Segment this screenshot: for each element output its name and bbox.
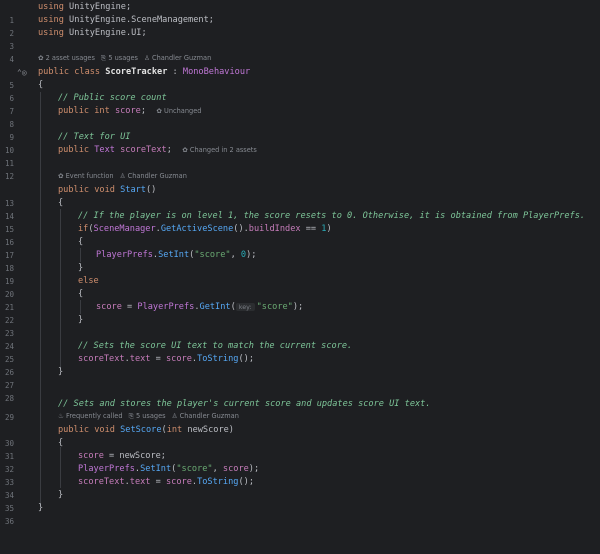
code-line[interactable]: 4 xyxy=(0,40,600,64)
code-line[interactable]: 6 { xyxy=(0,79,600,103)
hint-text: ✿ Unchanged xyxy=(156,107,202,115)
code-text: public void SetScore(int newScore) xyxy=(58,425,234,435)
code-editor[interactable]: 1 using UnityEngine; 2 using UnityEngine… xyxy=(0,0,600,526)
code-text: { xyxy=(58,438,64,448)
code-vision-hint: ♨ Frequently called ⎘ 5 usages ♙ Chandler … xyxy=(0,411,600,422)
author-link[interactable]: Chandler Guzman xyxy=(128,172,187,180)
code-line[interactable]: 30 public void SetScore(int newScore) xyxy=(0,424,600,448)
hint-text: ✿ Changed in 2 assets xyxy=(182,146,257,154)
person-icon: ♙ xyxy=(119,172,126,180)
parameter-hint: key: xyxy=(235,303,255,311)
code-line[interactable]: 35 } xyxy=(0,489,600,513)
code-line[interactable]: 31 { xyxy=(0,437,600,461)
code-line[interactable]: 27 } xyxy=(0,366,600,390)
code-line[interactable]: 20 else xyxy=(0,275,600,299)
hint-text: ✿ Event function ♙ Chandler Guzman xyxy=(58,172,187,180)
code-line[interactable]: 9 xyxy=(0,118,600,142)
code-comment: // Public score count xyxy=(58,93,167,103)
run-gutter-icon[interactable]: ⌃◎ xyxy=(17,66,27,79)
code-line[interactable]: 18 PlayerPrefs.SetInt("score", 0); xyxy=(0,249,600,273)
code-text: { xyxy=(78,237,84,247)
code-text: { xyxy=(58,198,64,208)
event-icon: ✿ xyxy=(58,172,64,180)
code-line[interactable]: 34 scoreText.text = score.ToString(); xyxy=(0,476,600,500)
code-line[interactable]: 17 { xyxy=(0,236,600,260)
code-text: scoreText.text = score.ToString(); xyxy=(78,477,254,487)
code-text: { xyxy=(38,80,44,90)
code-text: if(SceneManager.GetActiveScene().buildIn… xyxy=(78,224,332,234)
code-comment: // Sets the score UI text to match the c… xyxy=(78,341,353,351)
code-text: score = newScore; xyxy=(78,451,166,461)
code-line[interactable]: 25 // Sets the score UI text to match th… xyxy=(0,340,600,364)
code-text: public void Start() xyxy=(58,185,157,195)
code-comment: // Sets and stores the player's current … xyxy=(58,399,431,409)
code-line[interactable]: 13 public void Start() xyxy=(0,184,600,208)
code-text: } xyxy=(38,503,44,513)
author-link[interactable]: Chandler Guzman xyxy=(152,54,211,62)
code-line[interactable]: 23 } xyxy=(0,314,600,338)
code-line[interactable]: 12 xyxy=(0,157,600,181)
code-text: PlayerPrefs.SetInt("score", 0); xyxy=(96,250,257,260)
code-line[interactable]: 36 } xyxy=(0,502,600,526)
person-icon: ♙ xyxy=(171,412,178,420)
usages-icon: ⎘ xyxy=(100,54,107,62)
code-line[interactable]: 28 xyxy=(0,379,600,403)
code-line[interactable]: 1 using UnityEngine; xyxy=(0,1,600,25)
asset-icon: ✿ xyxy=(38,54,44,62)
person-icon: ♙ xyxy=(143,54,150,62)
code-line[interactable]: 26 scoreText.text = score.ToString(); xyxy=(0,353,600,377)
code-text: } xyxy=(58,490,64,500)
code-line[interactable]: 15 // If the player is on level 1, the s… xyxy=(0,210,600,234)
code-line[interactable]: 33 PlayerPrefs.SetInt("score", score); xyxy=(0,463,600,487)
code-text: public class ScoreTracker : MonoBehaviou… xyxy=(38,67,251,77)
usages-icon: ⎘ xyxy=(128,412,134,420)
code-vision-hint: ✿ 2 asset usages ⎘ 5 usages ♙ Chandler Guz… xyxy=(0,53,600,64)
usages-link[interactable]: 5 usages xyxy=(136,412,166,420)
code-line[interactable]: 19 } xyxy=(0,262,600,286)
code-text: else xyxy=(78,276,99,286)
code-line[interactable]: 10 // Text for UI xyxy=(0,131,600,155)
code-line[interactable]: 3 using UnityEngine.UI; xyxy=(0,27,600,51)
code-line[interactable]: 22 score = PlayerPrefs.GetInt(key: "score… xyxy=(0,301,600,325)
code-line[interactable]: 16 if(SceneManager.GetActiveScene().buil… xyxy=(0,223,600,247)
code-text: public int score; ✿ Unchanged xyxy=(58,106,202,116)
code-line[interactable]: 29 // Sets and stores the player's curre… xyxy=(0,398,600,422)
code-text: score = PlayerPrefs.GetInt(key: "score"); xyxy=(96,302,304,312)
code-text: using UnityEngine.SceneManagement; xyxy=(38,15,214,25)
code-text: using UnityEngine; xyxy=(38,2,132,12)
code-text: { xyxy=(78,289,84,299)
code-line[interactable]: 8 public int score; ✿ Unchanged xyxy=(0,105,600,129)
code-text: scoreText.text = score.ToString(); xyxy=(78,354,254,364)
code-text: public Text scoreText; ✿ Changed in 2 as… xyxy=(58,145,257,155)
asset-usages-link[interactable]: 2 asset usages xyxy=(46,54,95,62)
code-line[interactable]: 11 public Text scoreText; ✿ Changed in 2… xyxy=(0,144,600,168)
asset-icon: ✿ xyxy=(156,107,162,115)
code-line[interactable]: 24 xyxy=(0,327,600,351)
code-vision-hint: ✿ Event function ♙ Chandler Guzman xyxy=(0,171,600,182)
code-line[interactable]: 14 { xyxy=(0,197,600,221)
code-comment: // Text for UI xyxy=(58,132,131,142)
asset-icon: ✿ xyxy=(182,146,188,154)
code-line[interactable]: 5 ⌃◎ public class ScoreTracker : MonoBeh… xyxy=(0,66,600,90)
code-line[interactable]: 2 using UnityEngine.SceneManagement; xyxy=(0,14,600,38)
code-text: } xyxy=(78,263,84,273)
code-line[interactable]: 21 { xyxy=(0,288,600,312)
code-text: PlayerPrefs.SetInt("score", score); xyxy=(78,464,260,474)
usages-link[interactable]: 5 usages xyxy=(108,54,138,62)
fire-icon: ♨ xyxy=(58,412,64,420)
author-link[interactable]: Chandler Guzman xyxy=(180,412,239,420)
code-text: using UnityEngine.UI; xyxy=(38,28,147,38)
code-line[interactable]: 7 // Public score count xyxy=(0,92,600,116)
hint-text: ✿ 2 asset usages ⎘ 5 usages ♙ Chandler Guz… xyxy=(38,53,211,64)
code-text: } xyxy=(78,315,84,325)
code-text: } xyxy=(58,367,64,377)
hint-text: ♨ Frequently called ⎘ 5 usages ♙ Chandler … xyxy=(58,412,239,420)
code-comment: // If the player is on level 1, the scor… xyxy=(78,211,586,221)
code-line[interactable]: 32 score = newScore; xyxy=(0,450,600,474)
